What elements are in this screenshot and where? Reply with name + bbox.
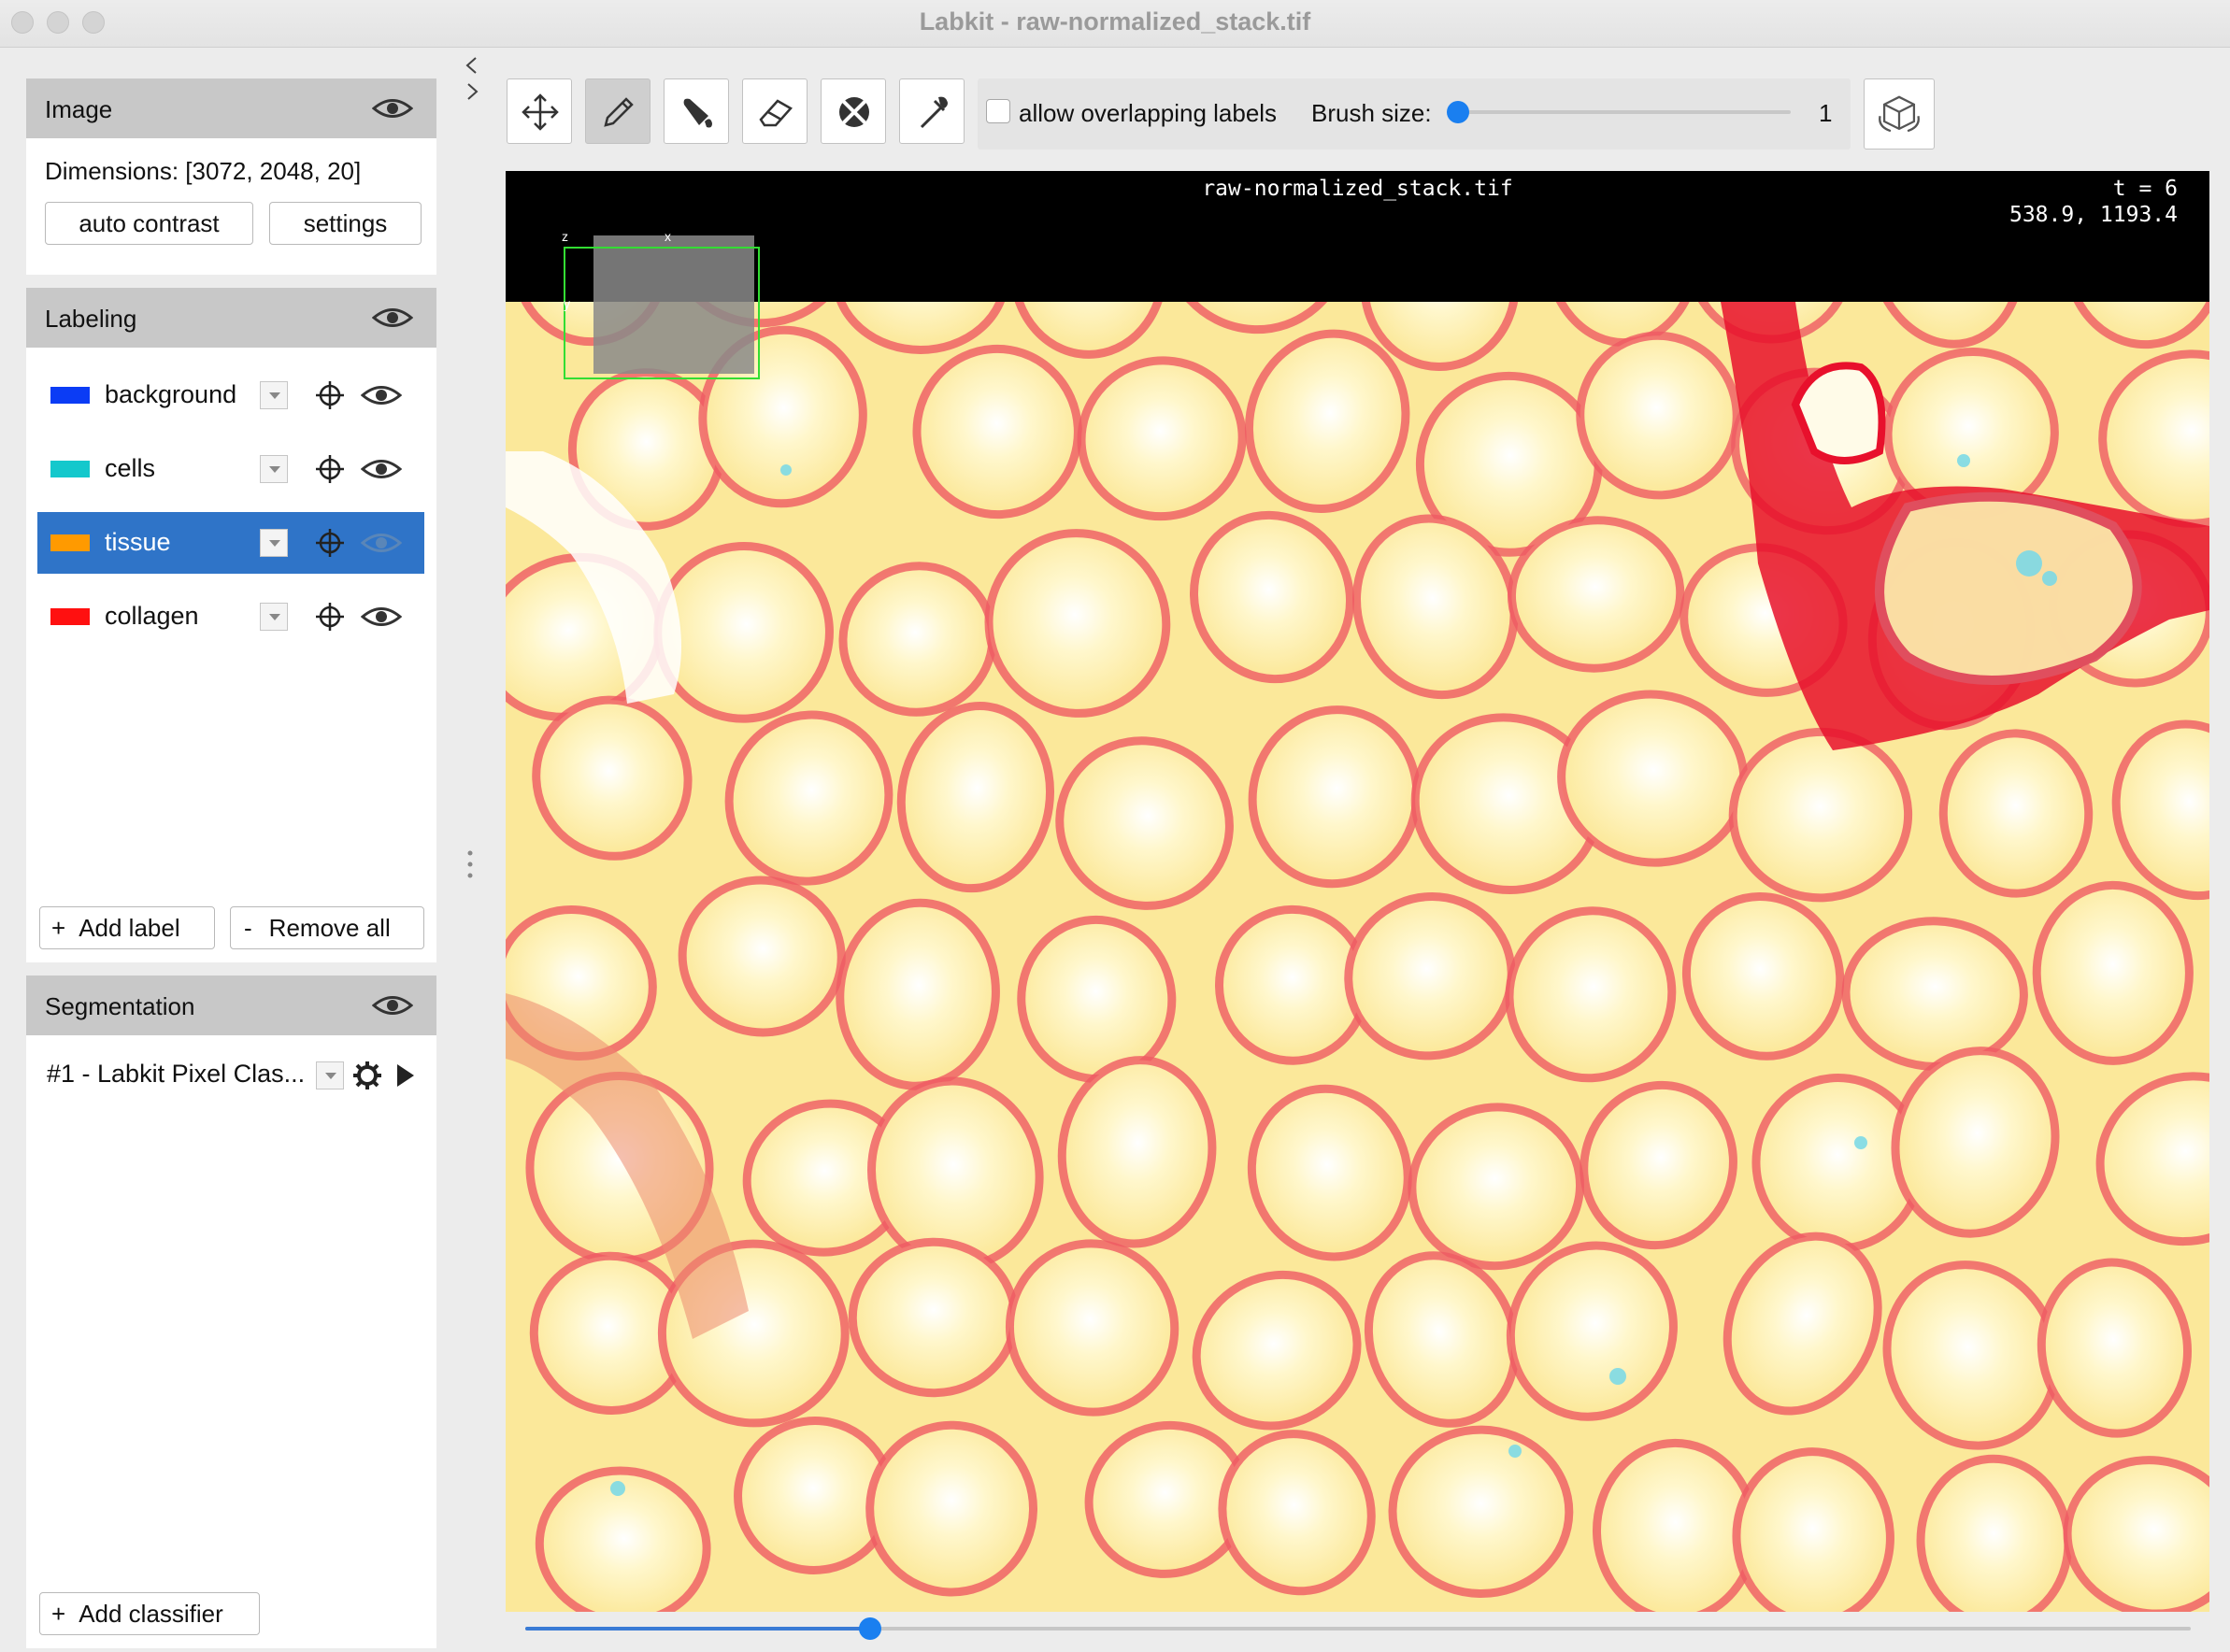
brush-size-slider-handle[interactable] — [1447, 101, 1469, 123]
allow-overlapping-checkbox[interactable] — [986, 99, 1010, 123]
tissue-cell — [848, 1237, 1020, 1398]
cube-icon — [1879, 95, 1920, 133]
time-readout: t = 6 — [2112, 177, 2178, 201]
image-settings-button[interactable]: settings — [269, 202, 422, 245]
tissue-cell — [1214, 904, 1370, 1065]
add-label-text: Add label — [79, 914, 180, 942]
segmentation-panel-title: Segmentation — [45, 992, 195, 1020]
viewer-overlay-header: raw-normalized_stack.tif t = 6 538.9, 11… — [506, 171, 2209, 302]
labeling-panel-title: Labeling — [45, 305, 137, 333]
image-viewer[interactable]: raw-normalized_stack.tif t = 6 538.9, 11… — [506, 171, 2209, 1612]
add-label-button[interactable]: + Add label — [39, 906, 215, 949]
label-color-swatch[interactable] — [50, 387, 90, 404]
play-icon[interactable] — [389, 1060, 421, 1091]
plus-icon: + — [51, 1600, 66, 1628]
tissue-cell — [865, 1420, 1038, 1597]
axis-z-label: z — [562, 229, 568, 244]
3d-view-button[interactable] — [1864, 78, 1935, 150]
labeling-panel: Labeling background cells tissue collage… — [26, 288, 436, 962]
eye-icon[interactable] — [372, 96, 413, 121]
eye-icon[interactable] — [372, 306, 413, 330]
label-menu-dropdown[interactable] — [260, 603, 288, 631]
eye-icon[interactable] — [361, 531, 402, 555]
brush-size-label: Brush size: — [1311, 99, 1432, 127]
flood-fill-tool-button[interactable] — [664, 78, 729, 144]
axis-y-label: y — [564, 296, 570, 311]
label-color-swatch[interactable] — [50, 534, 90, 551]
gear-icon[interactable] — [351, 1060, 383, 1091]
add-classifier-text: Add classifier — [79, 1600, 223, 1628]
crosshair-icon[interactable] — [314, 453, 346, 485]
crosshair-icon[interactable] — [314, 379, 346, 411]
image-panel-title: Image — [45, 95, 113, 123]
pencil-icon — [604, 97, 634, 127]
viewport-indicator[interactable] — [564, 247, 760, 379]
crosshair-icon[interactable] — [314, 527, 346, 559]
label-color-swatch[interactable] — [50, 461, 90, 477]
label-menu-dropdown[interactable] — [260, 381, 288, 409]
tissue-cell — [912, 344, 1082, 520]
label-row-collagen[interactable]: collagen — [37, 586, 424, 648]
eraser-tool-button[interactable] — [742, 78, 808, 144]
z-slice-slider-fill — [525, 1627, 870, 1631]
collapse-arrows[interactable] — [462, 54, 482, 105]
brush-size-slider-track[interactable] — [1458, 110, 1791, 114]
label-row-background[interactable]: background — [37, 364, 424, 426]
coordinate-readout: 538.9, 1193.4 — [2008, 203, 2178, 227]
image-dimensions: Dimensions: [3072, 2048, 20] — [45, 157, 362, 185]
tissue-cell — [1728, 727, 1913, 903]
image-panel-header[interactable]: Image — [26, 78, 436, 138]
allow-overlapping-label: allow overlapping labels — [1019, 99, 1278, 127]
crosshair-icon[interactable] — [314, 601, 346, 633]
tissue-image — [506, 171, 2209, 1612]
picker-tool-button[interactable] — [899, 78, 965, 144]
axis-x-label: x — [665, 229, 671, 244]
eye-icon[interactable] — [372, 993, 413, 1018]
flood-erase-tool-button[interactable] — [821, 78, 886, 144]
eye-icon[interactable] — [361, 605, 402, 629]
title-bar: Labkit - raw-normalized_stack.tif — [0, 0, 2230, 48]
label-list: background cells tissue collagen — [37, 364, 424, 682]
tissue-cell — [1938, 729, 2094, 898]
tissue-cell — [2032, 880, 2194, 1065]
tool-options-bar: allow overlapping labels Brush size: 1 — [978, 78, 1851, 150]
z-slice-slider-handle[interactable] — [858, 1617, 881, 1640]
classifier-menu-dropdown[interactable] — [316, 1061, 344, 1089]
move-icon — [522, 93, 559, 131]
label-row-cells[interactable]: cells — [37, 438, 424, 500]
eraser-icon — [759, 99, 793, 127]
label-name: tissue — [105, 528, 171, 556]
remove-all-text: Remove all — [268, 914, 391, 942]
plus-icon: + — [51, 914, 66, 942]
flood-erase-icon — [839, 97, 869, 127]
splitter-handle-icon[interactable] — [465, 848, 475, 880]
move-tool-button[interactable] — [507, 78, 572, 144]
eyedropper-icon — [920, 96, 948, 129]
segmentation-panel: Segmentation #1 - Labkit Pixel Clas... +… — [26, 976, 436, 1648]
auto-contrast-button[interactable]: auto contrast — [45, 202, 253, 245]
label-menu-dropdown[interactable] — [260, 529, 288, 557]
label-name: background — [105, 380, 237, 408]
labeling-panel-header[interactable]: Labeling — [26, 288, 436, 348]
label-menu-dropdown[interactable] — [260, 455, 288, 483]
tissue-cell — [1388, 1425, 1574, 1599]
tissue-cell — [1841, 917, 2028, 1071]
eye-icon[interactable] — [361, 457, 402, 481]
eye-icon[interactable] — [361, 383, 402, 407]
segmentation-panel-header[interactable]: Segmentation — [26, 976, 436, 1035]
pencil-tool-button[interactable] — [585, 78, 650, 144]
label-name: collagen — [105, 602, 199, 630]
label-name: cells — [105, 454, 156, 482]
brush-size-value: 1 — [1819, 99, 1833, 127]
image-panel: Image Dimensions: [3072, 2048, 20] auto … — [26, 78, 436, 275]
flood-fill-icon — [683, 98, 712, 128]
label-color-swatch[interactable] — [50, 608, 90, 625]
remove-all-button[interactable]: - Remove all — [230, 906, 424, 949]
label-row-tissue[interactable]: tissue — [37, 512, 424, 574]
viewer-filename: raw-normalized_stack.tif — [1202, 177, 1513, 201]
add-classifier-button[interactable]: + Add classifier — [39, 1592, 260, 1635]
window-title: Labkit - raw-normalized_stack.tif — [919, 7, 1311, 36]
minus-icon: - — [244, 914, 252, 942]
classifier-name: #1 - Labkit Pixel Clas... — [47, 1060, 306, 1088]
